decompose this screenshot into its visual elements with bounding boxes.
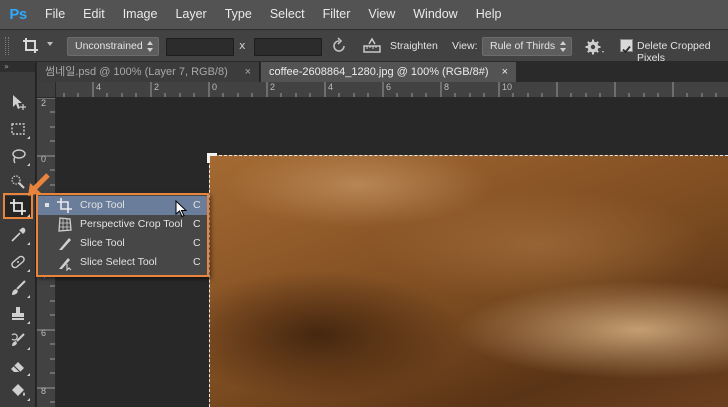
menu-window[interactable]: Window: [404, 0, 466, 29]
toolbox-collapse-button[interactable]: »: [0, 62, 35, 72]
menu-view[interactable]: View: [359, 0, 404, 29]
flyout-item-label: Perspective Crop Tool: [80, 218, 183, 230]
perspective-crop-icon: [58, 217, 72, 232]
eyedropper-tool-button[interactable]: [5, 224, 31, 246]
tools-panel: »: [0, 62, 36, 407]
history-brush-tool-button[interactable]: [5, 329, 31, 351]
options-bar-grip[interactable]: [5, 37, 9, 55]
checkmark-icon: [622, 45, 631, 54]
overlay-view-select[interactable]: Rule of Thirds: [482, 37, 572, 56]
menu-type[interactable]: Type: [216, 0, 261, 29]
crop-icon: [57, 198, 72, 213]
flyout-item-shortcut: C: [193, 237, 201, 249]
document-tab-thumbnail[interactable]: 썸네일.psd @ 100% (Layer 7, RGB/8) ×: [37, 62, 260, 82]
menu-edit[interactable]: Edit: [74, 0, 114, 29]
straighten-button[interactable]: Straighten: [390, 40, 438, 52]
document-tab-bar: 썸네일.psd @ 100% (Layer 7, RGB/8) × coffee…: [37, 62, 728, 82]
flyout-item-shortcut: C: [193, 199, 201, 211]
crop-corner-handle[interactable]: [207, 153, 217, 163]
view-label: View:: [452, 40, 478, 52]
ratio-preset-select[interactable]: Unconstrained: [67, 37, 159, 56]
lasso-icon: [12, 149, 26, 164]
move-tool-button[interactable]: [5, 91, 31, 113]
ruler-label: 0: [41, 154, 47, 164]
photoshop-logo: Ps: [9, 6, 27, 23]
ruler-label: 4: [96, 82, 102, 92]
flyout-item-slice-select-tool[interactable]: Slice Select Tool C: [38, 253, 207, 272]
flyout-item-slice-tool[interactable]: Slice Tool C: [38, 234, 207, 253]
marquee-tool-button[interactable]: [5, 118, 31, 140]
healing-brush-tool-button[interactable]: [5, 251, 31, 273]
ruler-origin[interactable]: [37, 82, 56, 98]
horizontal-ruler[interactable]: 4 2 0 2 4 6 8 10: [56, 82, 728, 98]
selected-bullet-icon: [45, 203, 49, 207]
eraser-tool-button[interactable]: [5, 355, 31, 377]
clone-stamp-tool-button[interactable]: [5, 303, 31, 325]
move-icon: [13, 95, 26, 110]
straighten-icon[interactable]: [362, 37, 382, 55]
gear-icon[interactable]: [584, 38, 606, 56]
ratio-height-field[interactable]: [254, 38, 322, 56]
close-icon[interactable]: ×: [502, 62, 508, 82]
ruler-label: 2: [270, 82, 276, 92]
menu-filter[interactable]: Filter: [314, 0, 360, 29]
close-icon[interactable]: ×: [245, 62, 251, 82]
history-brush-icon: [11, 333, 25, 346]
ruler-label: 2: [154, 82, 160, 92]
stamp-icon: [12, 307, 24, 320]
menu-image[interactable]: Image: [114, 0, 167, 29]
mouse-cursor-icon: [175, 199, 189, 218]
ruler-label: 6: [41, 328, 47, 338]
menu-select[interactable]: Select: [261, 0, 314, 29]
flyout-item-label: Slice Select Tool: [80, 256, 157, 268]
bandage-icon: [11, 255, 25, 269]
delete-cropped-checkbox[interactable]: [620, 39, 633, 54]
crop-box[interactable]: [209, 155, 728, 407]
paint-bucket-icon: [12, 384, 25, 396]
ratio-separator: x: [239, 39, 246, 52]
menu-file[interactable]: File: [36, 0, 74, 29]
options-bar: Unconstrained x Straighten View: Rule of…: [0, 29, 728, 64]
ruler-label: 10: [502, 82, 513, 92]
menu-bar: Ps File Edit Image Layer Type Select Fil…: [0, 0, 728, 29]
lasso-tool-button[interactable]: [5, 145, 31, 167]
delete-cropped-label: Delete Cropped Pixels: [637, 40, 711, 64]
tab-label: coffee-2608864_1280.jpg @ 100% (RGB/8#): [269, 66, 489, 78]
eyedropper-icon: [11, 227, 26, 242]
menu-layer[interactable]: Layer: [166, 0, 215, 29]
slice-select-icon: [59, 258, 72, 271]
ratio-width-field[interactable]: [166, 38, 234, 56]
slice-icon: [59, 238, 71, 250]
swap-clear-icon[interactable]: [330, 37, 348, 55]
ruler-label: 4: [328, 82, 334, 92]
menu-help[interactable]: Help: [467, 0, 511, 29]
flyout-item-label: Slice Tool: [80, 237, 125, 249]
overlay-view-value: Rule of Thirds: [490, 40, 556, 52]
ruler-label: 0: [212, 82, 218, 92]
paint-bucket-tool-button[interactable]: [5, 380, 31, 402]
brush-tool-button[interactable]: [5, 277, 31, 299]
ruler-label: 2: [41, 98, 47, 108]
tool-preset-picker-icon[interactable]: [20, 36, 42, 56]
marquee-icon: [11, 123, 25, 135]
flyout-item-label: Crop Tool: [80, 199, 125, 211]
ruler-label: 8: [41, 386, 47, 396]
ruler-label: 6: [386, 82, 392, 92]
eraser-icon: [11, 362, 24, 373]
flyout-item-shortcut: C: [193, 256, 201, 268]
select-arrows-icon: [147, 41, 153, 52]
tab-label: 썸네일.psd @ 100% (Layer 7, RGB/8): [45, 66, 228, 78]
ruler-label: 8: [444, 82, 450, 92]
flyout-item-shortcut: C: [193, 218, 201, 230]
brush-icon: [12, 280, 26, 295]
select-arrows-icon: [560, 41, 566, 52]
tool-preset-caret-icon[interactable]: [47, 42, 53, 46]
document-tab-coffee[interactable]: coffee-2608864_1280.jpg @ 100% (RGB/8#) …: [261, 62, 516, 82]
ratio-preset-value: Unconstrained: [75, 40, 143, 52]
